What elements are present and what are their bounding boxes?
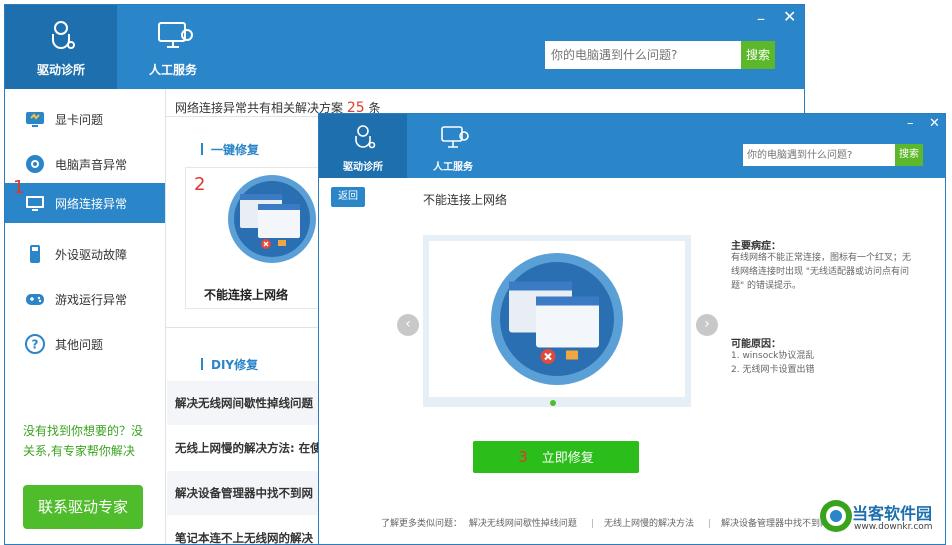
tab-driver-clinic[interactable]: 驱动诊所 — [5, 5, 117, 89]
watermark: 当客软件园 www.downkr.com — [818, 496, 933, 540]
solution-card[interactable]: 2 不能连接上网络 — [185, 167, 327, 309]
sidebar-item-label: 显卡问题 — [55, 113, 104, 127]
sidebar-item-other[interactable]: ? 其他问题 — [5, 324, 165, 364]
symptom-text: 有线网络不能正常连接，图标有一个红叉；无线网络连接时出现 "无线适配器或访问点有… — [731, 253, 912, 291]
diy-item[interactable]: 解决无线网间歇性掉线问题 — [167, 381, 327, 425]
sidebar-item-label: 电脑声音异常 — [55, 158, 128, 172]
usb-device-icon — [25, 244, 45, 264]
sidebar: 显卡问题 电脑声音异常 网络连接异常 外设驱动故障 游戏运行异常 ? 其他问题 … — [5, 89, 166, 544]
question-icon: ? — [25, 334, 45, 354]
watermark-url: www.downkr.com — [854, 522, 933, 532]
related-link[interactable]: 解决无线网间歇性掉线问题 — [469, 519, 577, 529]
fix-now-label: 立即修复 — [541, 451, 594, 466]
gallery-slide — [429, 241, 685, 397]
related-label: 了解更多类似问题： — [381, 519, 463, 529]
marker-one: 1 — [13, 177, 25, 198]
section-diy: DIY修复 — [201, 356, 258, 373]
search-button[interactable]: 搜索 — [895, 144, 923, 166]
minimize-icon[interactable]: – — [907, 116, 914, 131]
search-button[interactable]: 搜索 — [741, 41, 775, 69]
detail-window-header: 驱动诊所 人工服务 – ✕ 搜索 — [319, 114, 945, 178]
related-links: 了解更多类似问题： 解决无线网间歇性掉线问题 | 无线上网慢的解决方法 | 解决设备管理… — [381, 516, 833, 529]
back-window-header: 驱动诊所 人工服务 – ✕ 搜索 — [5, 5, 804, 89]
cause-item: 2. 无线网卡设置出错 — [731, 365, 815, 375]
tab-driver-clinic-label: 驱动诊所 — [343, 162, 383, 173]
diy-item[interactable]: 无线上网慢的解决方法: 在使 — [167, 426, 327, 470]
display-card-icon — [25, 109, 45, 129]
sidebar-item-label: 游戏运行异常 — [55, 293, 128, 307]
sidebar-item-display-card[interactable]: 显卡问题 — [5, 99, 165, 139]
fix-now-button[interactable]: 3 立即修复 — [473, 441, 639, 473]
sidebar-item-label: 网络连接异常 — [55, 197, 128, 211]
close-icon[interactable]: ✕ — [929, 116, 940, 131]
related-link[interactable]: 无线上网慢的解决方法 — [604, 519, 694, 529]
gallery-prev-icon[interactable]: ‹ — [397, 314, 419, 336]
monitor-service-icon — [117, 19, 229, 53]
sidebar-item-peripheral[interactable]: 外设驱动故障 — [5, 234, 165, 274]
close-icon[interactable]: ✕ — [783, 7, 796, 26]
detail-window: 驱动诊所 人工服务 – ✕ 搜索 返回 不能连接上网络 — [318, 113, 946, 545]
gamepad-icon — [25, 289, 45, 309]
tab-human-service-label: 人工服务 — [433, 162, 473, 173]
sidebar-item-label: 外设驱动故障 — [55, 248, 128, 262]
tab-driver-clinic-label: 驱动诊所 — [36, 63, 85, 77]
divider: | — [707, 519, 712, 529]
sidebar-item-sound[interactable]: 电脑声音异常 — [5, 144, 165, 184]
monitor-service-icon — [409, 124, 497, 150]
watermark-name: 当客软件园 — [852, 504, 933, 523]
divider — [165, 327, 325, 328]
symptom-title: 主要病症： — [731, 241, 781, 252]
search-input[interactable] — [545, 41, 741, 69]
problem-title: 不能连接上网络 — [423, 193, 508, 207]
sidebar-item-network[interactable]: 网络连接异常 — [5, 183, 165, 223]
search-input[interactable] — [743, 144, 895, 166]
minimize-icon[interactable]: – — [757, 9, 765, 28]
speaker-icon — [25, 154, 45, 174]
sidebar-item-label: 其他问题 — [55, 338, 104, 352]
related-link[interactable]: 解决设备管理器中找不到网 — [721, 519, 829, 529]
marker-three: 3 — [518, 448, 528, 466]
section-one-click: 一键修复 — [201, 141, 259, 158]
sidebar-item-games[interactable]: 游戏运行异常 — [5, 279, 165, 319]
tab-driver-clinic[interactable]: 驱动诊所 — [319, 114, 407, 178]
gallery-dot-active[interactable] — [550, 400, 556, 406]
card-title: 不能连接上网络 — [204, 288, 289, 302]
diy-item[interactable]: 解决设备管理器中找不到网 — [167, 471, 327, 515]
svg-text:?: ? — [32, 338, 39, 352]
tab-human-service-label: 人工服务 — [148, 63, 197, 77]
network-error-icon — [224, 174, 320, 268]
tab-human-service[interactable]: 人工服务 — [117, 5, 229, 89]
back-button[interactable]: 返回 — [331, 187, 365, 207]
diy-item[interactable]: 笔记本连不上无线网的解决 — [167, 516, 327, 544]
marker-two: 2 — [194, 174, 206, 195]
gallery-next-icon[interactable]: › — [696, 314, 718, 336]
network-error-icon — [485, 251, 629, 391]
divider: | — [590, 519, 594, 529]
cause-item: 1. winsock协议混乱 — [731, 351, 815, 361]
tab-human-service[interactable]: 人工服务 — [409, 114, 497, 178]
contact-expert-button[interactable]: 联系驱动专家 — [23, 485, 143, 529]
stethoscope-icon — [5, 19, 117, 53]
network-monitor-icon — [25, 193, 45, 213]
sidebar-help-text: 没有找到你想要的？没关系,有专家帮你解决 — [23, 424, 144, 458]
stethoscope-icon — [319, 124, 407, 150]
cause-title: 可能原因： — [731, 339, 781, 350]
